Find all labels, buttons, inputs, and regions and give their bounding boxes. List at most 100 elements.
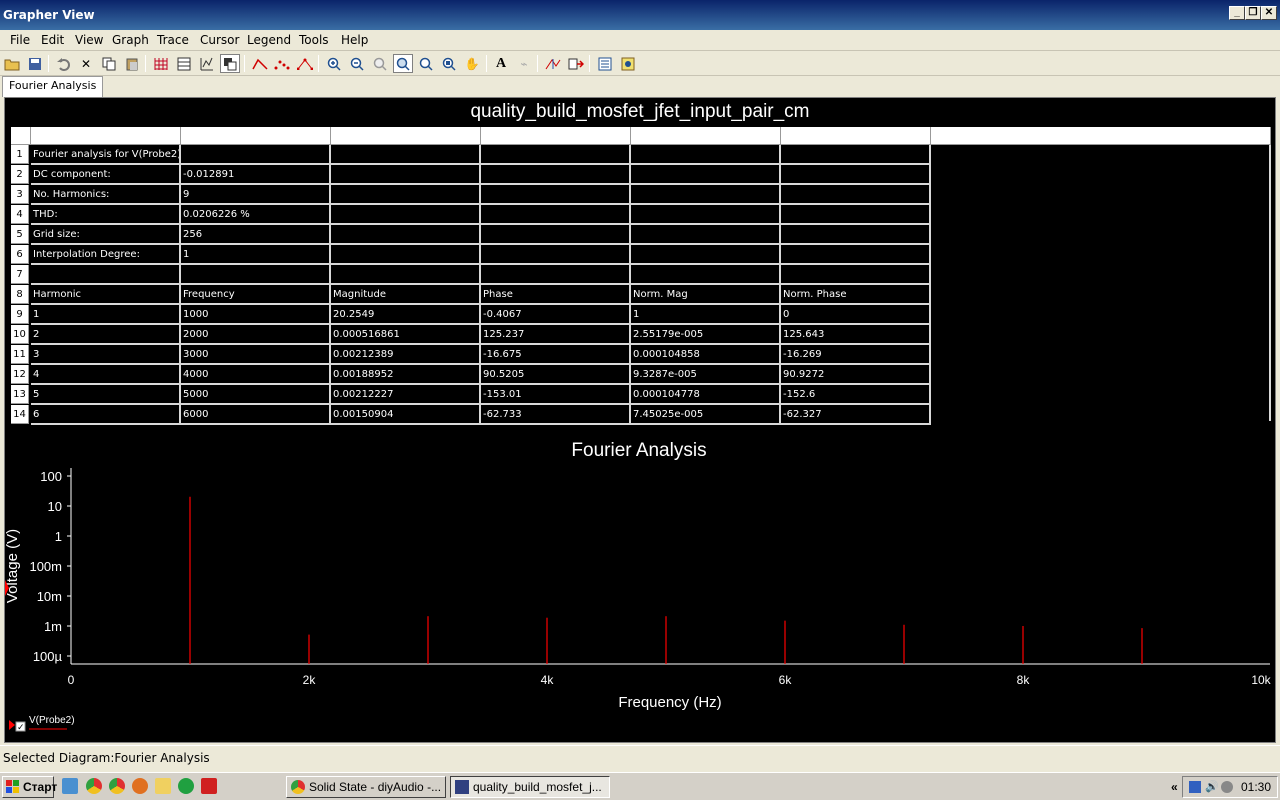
menu-view[interactable]: View [75, 33, 103, 47]
grid-cell[interactable] [631, 265, 781, 285]
grid-cell[interactable] [481, 185, 631, 205]
grid-cell[interactable] [631, 165, 781, 185]
network-icon[interactable] [1189, 781, 1201, 793]
grid-cell[interactable]: 5 [31, 385, 181, 405]
column-header[interactable] [31, 127, 181, 145]
grid-cell[interactable]: -16.269 [781, 345, 931, 365]
grid-cell[interactable] [481, 165, 631, 185]
line-point-plot-icon[interactable] [295, 54, 315, 73]
row-number[interactable]: 12 [11, 365, 29, 384]
grid-cell[interactable] [631, 145, 781, 165]
tray-expand-icon[interactable]: « [1171, 780, 1178, 794]
column-header[interactable] [781, 127, 931, 145]
grid-cell[interactable]: Norm. Phase [781, 285, 931, 305]
grid-cell[interactable] [781, 205, 931, 225]
row-number[interactable]: 8 [11, 285, 29, 304]
properties-icon[interactable] [595, 54, 615, 73]
grid-cell[interactable]: -153.01 [481, 385, 631, 405]
grid-cell[interactable]: Magnitude [331, 285, 481, 305]
grid-cell[interactable]: DC component: [31, 165, 181, 185]
grid-cell[interactable]: Frequency [181, 285, 331, 305]
grid-cell[interactable] [331, 245, 481, 265]
row-number[interactable]: 6 [11, 245, 29, 264]
grid-cell[interactable]: 20.2549 [331, 305, 481, 325]
grid-cell[interactable]: 90.9272 [781, 365, 931, 385]
cut-icon[interactable]: ✕ [76, 54, 96, 73]
grid-cell[interactable] [631, 245, 781, 265]
grid-cell[interactable]: 9.3287e-005 [631, 365, 781, 385]
grid-cell[interactable]: -0.012891 [181, 165, 331, 185]
grid-cell[interactable]: 6 [31, 405, 181, 425]
volume-icon[interactable]: 🔊 [1205, 780, 1219, 793]
grid-cell[interactable]: 1000 [181, 305, 331, 325]
undo-icon[interactable] [53, 54, 73, 73]
grid-cell[interactable]: 1 [31, 305, 181, 325]
task-grapher[interactable]: quality_build_mosfet_j... [450, 776, 610, 798]
grid-cell[interactable] [331, 225, 481, 245]
grid-cell[interactable]: 0.000104778 [631, 385, 781, 405]
grid-cell[interactable]: 0.000516861 [331, 325, 481, 345]
quicklaunch-desktop-icon[interactable] [62, 778, 78, 794]
grid-cell[interactable] [781, 145, 931, 165]
row-number[interactable]: 2 [11, 165, 29, 184]
menu-cursor[interactable]: Cursor [200, 33, 239, 47]
quicklaunch-app-icon[interactable] [201, 778, 217, 794]
export-icon[interactable] [566, 54, 586, 73]
grid-cell[interactable]: 0 [781, 305, 931, 325]
grid-cell[interactable]: Grid size: [31, 225, 181, 245]
row-number[interactable]: 5 [11, 225, 29, 244]
row-number[interactable]: 3 [11, 185, 29, 204]
settings-icon[interactable] [618, 54, 638, 73]
grid-cell[interactable] [631, 225, 781, 245]
column-header[interactable] [181, 127, 331, 145]
grid-cell[interactable] [631, 185, 781, 205]
grid-cell[interactable]: 2 [31, 325, 181, 345]
column-header[interactable] [481, 127, 631, 145]
row-number[interactable]: 13 [11, 385, 29, 404]
grid-cell[interactable]: 125.643 [781, 325, 931, 345]
grid-cell[interactable]: 2000 [181, 325, 331, 345]
grid-cell[interactable]: 5000 [181, 385, 331, 405]
grid-cell[interactable]: Interpolation Degree: [31, 245, 181, 265]
restore-icon[interactable]: ❐ [1245, 6, 1261, 20]
quicklaunch-chrome-icon[interactable] [86, 778, 102, 794]
cursor-icon[interactable] [543, 54, 563, 73]
quicklaunch-folder-icon[interactable] [155, 778, 171, 794]
zoom-full-icon[interactable] [439, 54, 459, 73]
save-icon[interactable] [25, 54, 45, 73]
fourier-chart[interactable]: Fourier Analysis Voltage (V) Frequency (… [5, 428, 1275, 742]
grid-cell[interactable]: THD: [31, 205, 181, 225]
close-icon[interactable]: ✕ [1261, 6, 1277, 20]
grid-cell[interactable]: -16.675 [481, 345, 631, 365]
row-number[interactable]: 1 [11, 145, 29, 164]
grid-cell[interactable] [481, 205, 631, 225]
grid-cell[interactable] [181, 145, 331, 165]
zoom-select-icon[interactable] [393, 54, 413, 73]
tray-app-icon[interactable] [1221, 781, 1233, 793]
menu-graph[interactable]: Graph [112, 33, 149, 47]
menu-legend[interactable]: Legend [247, 33, 291, 47]
grid-cell[interactable] [181, 265, 331, 285]
grid-cell[interactable]: 3000 [181, 345, 331, 365]
grid-cell[interactable]: 125.237 [481, 325, 631, 345]
grid-cell[interactable]: 0.0206226 % [181, 205, 331, 225]
column-header[interactable] [631, 127, 781, 145]
grid-cell[interactable]: 4 [31, 365, 181, 385]
grid-cell[interactable] [481, 265, 631, 285]
label-tool-icon[interactable]: ⌁ [514, 54, 534, 73]
grid-cell[interactable]: Norm. Mag [631, 285, 781, 305]
grid-cell[interactable] [331, 145, 481, 165]
zoom-fit-icon[interactable] [416, 54, 436, 73]
grid-cell[interactable]: 0.00150904 [331, 405, 481, 425]
grid-cell[interactable]: Harmonic [31, 285, 181, 305]
row-number[interactable]: 10 [11, 325, 29, 344]
menu-file[interactable]: File [10, 33, 30, 47]
grid-cell[interactable] [331, 205, 481, 225]
grid-cell[interactable] [631, 205, 781, 225]
row-number[interactable]: 11 [11, 345, 29, 364]
grid-cell[interactable]: 6000 [181, 405, 331, 425]
grid-cell[interactable]: 90.5205 [481, 365, 631, 385]
grid-cell[interactable]: 4000 [181, 365, 331, 385]
grid-cell[interactable]: 3 [31, 345, 181, 365]
menu-help[interactable]: Help [341, 33, 368, 47]
